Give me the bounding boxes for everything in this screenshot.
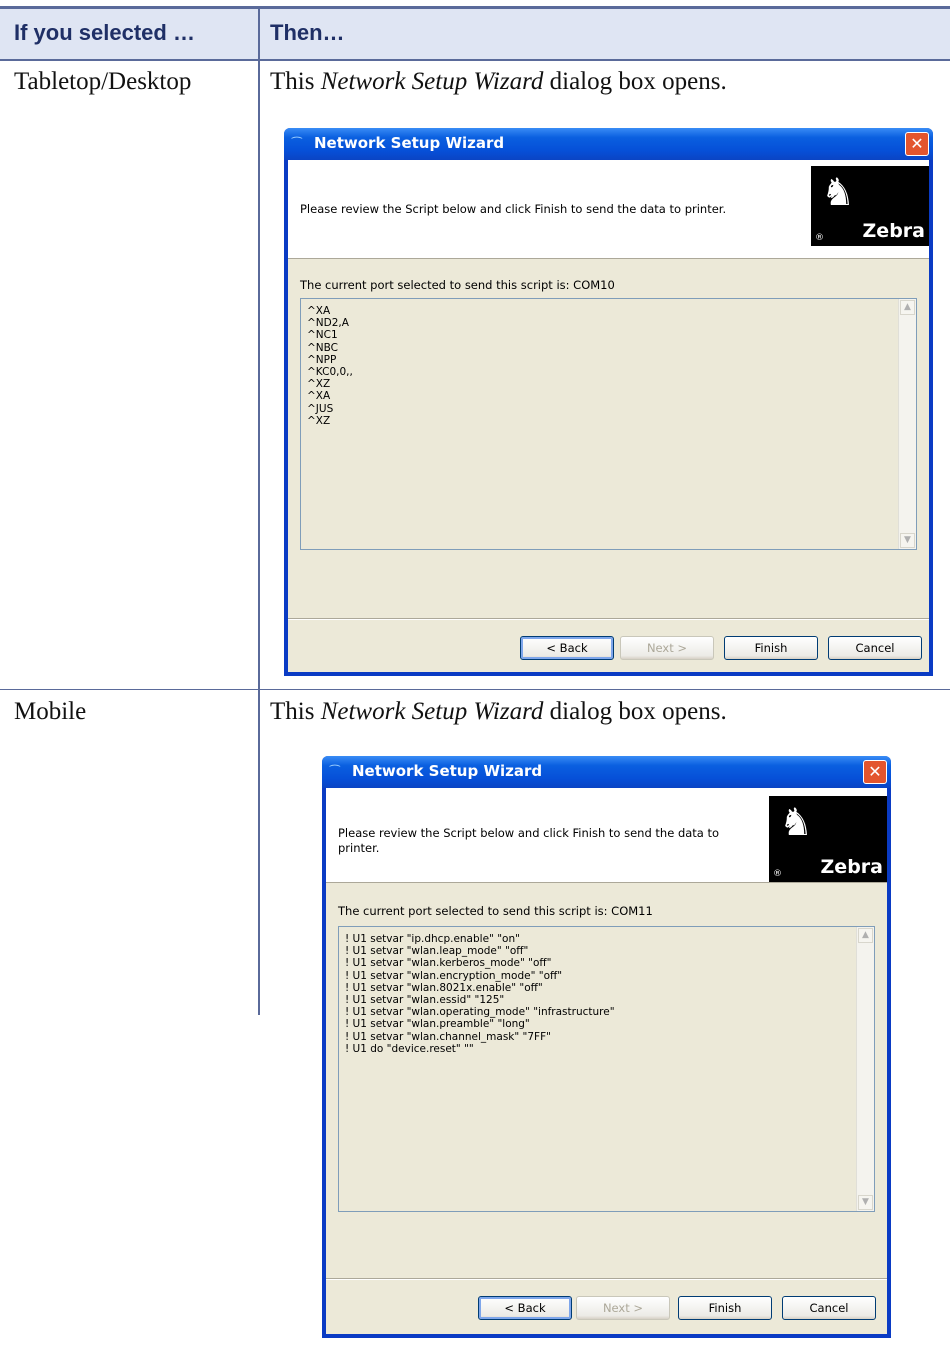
registered-mark: ® bbox=[773, 869, 782, 879]
instruction-text: Please review the Script below and click… bbox=[300, 202, 727, 216]
row-selection-mobile: Mobile bbox=[14, 698, 87, 725]
column-divider bbox=[258, 9, 260, 1015]
finish-button[interactable]: Finish bbox=[724, 636, 818, 660]
scrollbar[interactable]: ▲ ▼ bbox=[856, 927, 874, 1211]
close-button[interactable]: ✕ bbox=[905, 132, 929, 156]
instruction-text: Please review the Script below and click… bbox=[338, 826, 720, 855]
header-if-you-selected: If you selected … bbox=[14, 20, 195, 45]
zebra-head-icon: ♞ bbox=[779, 800, 814, 844]
zebra-head-icon: ♞ bbox=[821, 170, 856, 214]
script-content: ^XA ^ND2,A ^NC1 ^NBC ^NPP ^KC0,0,, ^XZ ^… bbox=[307, 305, 353, 427]
wizard-app-icon: ⁀ bbox=[330, 765, 340, 779]
dialog-title: Network Setup Wizard bbox=[314, 134, 505, 152]
cancel-button[interactable]: Cancel bbox=[782, 1296, 876, 1320]
header-then: Then… bbox=[270, 20, 345, 45]
button-separator bbox=[288, 618, 929, 620]
script-content: ! U1 setvar "ip.dhcp.enable" "on" ! U1 s… bbox=[345, 933, 615, 1055]
title-bar[interactable]: ⁀ Network Setup Wizard ✕ bbox=[322, 756, 891, 788]
port-label: The current port selected to send this s… bbox=[338, 904, 653, 918]
zebra-logo: ♞ ® Zebra bbox=[811, 166, 929, 246]
scroll-up-arrow-icon[interactable]: ▲ bbox=[858, 928, 873, 943]
title-bar[interactable]: ⁀ Network Setup Wizard ✕ bbox=[284, 128, 933, 160]
next-button[interactable]: Next > bbox=[620, 636, 714, 660]
next-button[interactable]: Next > bbox=[576, 1296, 670, 1320]
button-separator bbox=[326, 1278, 887, 1280]
zebra-logo-text: Zebra bbox=[820, 856, 883, 878]
desc-text: dialog box opens. bbox=[543, 698, 727, 725]
desc-text: This bbox=[270, 68, 321, 95]
scroll-down-arrow-icon[interactable]: ▼ bbox=[858, 1195, 873, 1210]
finish-button[interactable]: Finish bbox=[678, 1296, 772, 1320]
cancel-button[interactable]: Cancel bbox=[828, 636, 922, 660]
zebra-logo-text: Zebra bbox=[862, 220, 925, 242]
header-rule bbox=[0, 59, 950, 61]
scroll-up-arrow-icon[interactable]: ▲ bbox=[900, 300, 915, 315]
row-divider bbox=[0, 689, 950, 690]
wizard-banner: Please review the Script below and click… bbox=[288, 160, 929, 259]
script-textarea[interactable]: ^XA ^ND2,A ^NC1 ^NBC ^NPP ^KC0,0,, ^XZ ^… bbox=[300, 298, 917, 550]
back-button[interactable]: < Back bbox=[478, 1296, 572, 1320]
back-button[interactable]: < Back bbox=[520, 636, 614, 660]
dialog-title: Network Setup Wizard bbox=[352, 762, 543, 780]
wizard-banner: Please review the Script below and click… bbox=[326, 788, 887, 883]
network-setup-wizard-dialog: ⁀ Network Setup Wizard ✕ Please review t… bbox=[284, 128, 933, 676]
scroll-down-arrow-icon[interactable]: ▼ bbox=[900, 533, 915, 548]
network-setup-wizard-dialog: ⁀ Network Setup Wizard ✕ Please review t… bbox=[322, 756, 891, 1338]
zebra-logo: ♞ ® Zebra bbox=[769, 796, 887, 882]
wizard-app-icon: ⁀ bbox=[292, 137, 302, 151]
row-description: This Network Setup Wizard dialog box ope… bbox=[270, 68, 727, 96]
scrollbar[interactable]: ▲ ▼ bbox=[898, 299, 916, 549]
desc-emphasis: Network Setup Wizard bbox=[320, 68, 544, 95]
close-button[interactable]: ✕ bbox=[863, 760, 887, 784]
desc-text: dialog box opens. bbox=[543, 68, 727, 95]
port-label: The current port selected to send this s… bbox=[300, 278, 615, 292]
desc-emphasis: Network Setup Wizard bbox=[320, 698, 544, 725]
script-textarea[interactable]: ! U1 setvar "ip.dhcp.enable" "on" ! U1 s… bbox=[338, 926, 875, 1212]
desc-text: This bbox=[270, 698, 321, 725]
row-description: This Network Setup Wizard dialog box ope… bbox=[270, 698, 727, 726]
row-selection-tabletop: Tabletop/Desktop bbox=[14, 68, 192, 95]
registered-mark: ® bbox=[815, 233, 824, 243]
